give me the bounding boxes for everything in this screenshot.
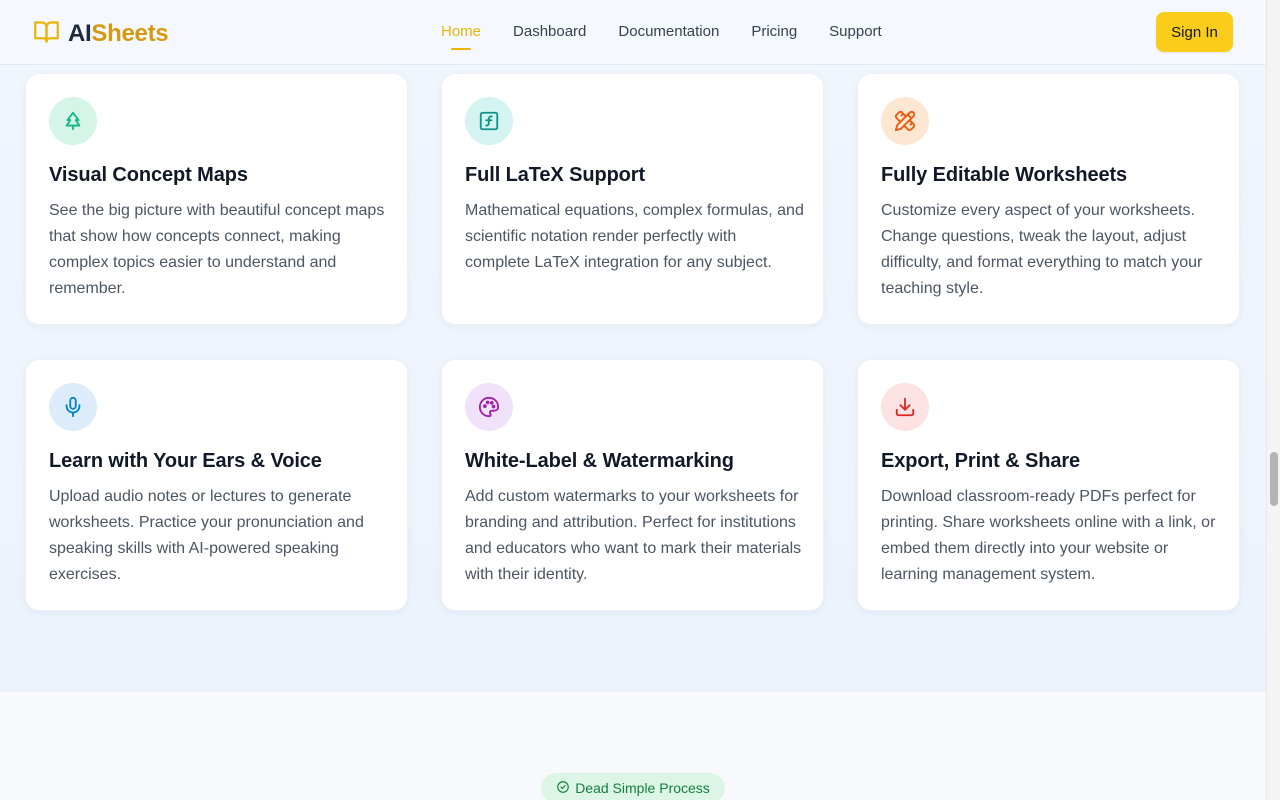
process-badge: Dead Simple Process [541, 773, 725, 800]
nav-documentation[interactable]: Documentation [618, 23, 719, 41]
process-badge-label: Dead Simple Process [575, 780, 710, 796]
feature-card-editable: Fully Editable Worksheets Customize ever… [857, 73, 1240, 325]
tree-icon [49, 97, 97, 145]
feature-card-concept-maps: Visual Concept Maps See the big picture … [25, 73, 408, 325]
feature-description: Upload audio notes or lectures to genera… [49, 488, 364, 583]
brand-logo[interactable]: AISheets [33, 18, 169, 50]
function-square-icon [465, 97, 513, 145]
feature-title: Visual Concept Maps [49, 164, 248, 186]
feature-title: Full LaTeX Support [465, 164, 646, 186]
microphone-icon [49, 383, 97, 431]
page-scrollbar[interactable] [1266, 0, 1280, 800]
feature-card-audio: Learn with Your Ears & Voice Upload audi… [25, 359, 408, 611]
open-book-icon [33, 18, 60, 50]
scrollbar-thumb[interactable] [1270, 452, 1278, 506]
feature-title: White-Label & Watermarking [465, 450, 734, 472]
feature-title: Learn with Your Ears & Voice [49, 450, 322, 472]
pencil-ruler-icon [881, 97, 929, 145]
feature-title: Export, Print & Share [881, 450, 1081, 472]
feature-card-export: Export, Print & Share Download classroom… [857, 359, 1240, 611]
site-header: AISheets Home Dashboard Documentation Pr… [0, 0, 1266, 65]
page: AISheets Home Dashboard Documentation Pr… [0, 0, 1280, 800]
feature-description: Download classroom-ready PDFs perfect fo… [881, 488, 1216, 583]
feature-description: Customize every aspect of your worksheet… [881, 202, 1203, 297]
check-circle-icon [556, 780, 570, 797]
nav-dashboard[interactable]: Dashboard [513, 23, 586, 41]
main-nav: Home Dashboard Documentation Pricing Sup… [441, 23, 882, 50]
feature-title: Fully Editable Worksheets [881, 164, 1128, 186]
download-icon [881, 383, 929, 431]
feature-card-latex: Full LaTeX Support Mathematical equation… [441, 73, 824, 325]
nav-home[interactable]: Home [441, 23, 481, 50]
feature-description: Add custom watermarks to your worksheets… [465, 488, 802, 583]
nav-support[interactable]: Support [829, 23, 882, 41]
nav-pricing[interactable]: Pricing [751, 23, 797, 41]
feature-card-white-label: White-Label & Watermarking Add custom wa… [441, 359, 824, 611]
brand-name: AISheets [68, 20, 169, 47]
feature-description: Mathematical equations, complex formulas… [465, 202, 804, 271]
feature-description: See the big picture with beautiful conce… [49, 202, 385, 297]
sign-in-button[interactable]: Sign In [1156, 12, 1233, 52]
palette-icon [465, 383, 513, 431]
